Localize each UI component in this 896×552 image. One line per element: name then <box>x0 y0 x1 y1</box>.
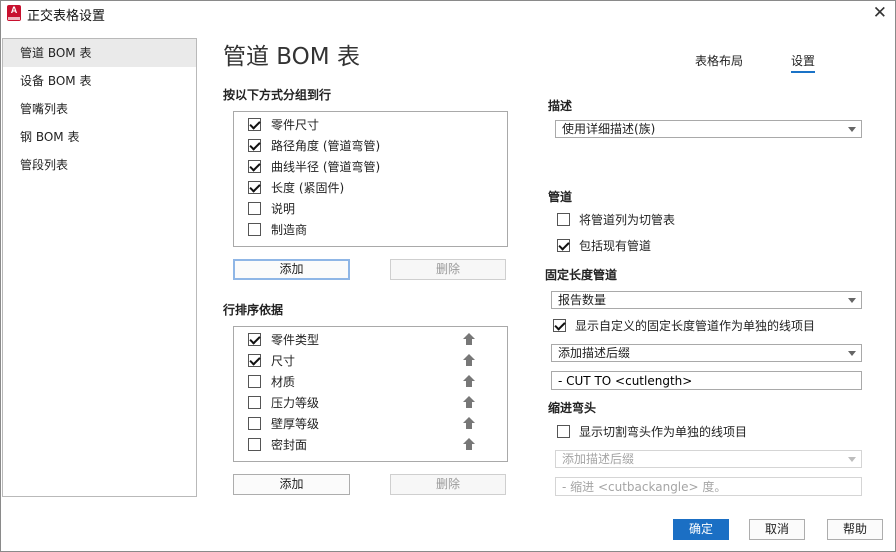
include-existing-checkbox[interactable] <box>557 238 570 252</box>
fixed-length-select[interactable]: 报告数量 <box>551 291 862 309</box>
move-up-arrow-icon[interactable] <box>463 354 475 366</box>
list-item-label: 说明 <box>271 201 296 216</box>
list-item-label: 制造商 <box>271 222 308 237</box>
list-item[interactable]: 零件类型 <box>248 329 498 349</box>
move-up-arrow-icon[interactable] <box>463 333 475 345</box>
sorting-delete-button[interactable]: 删除 <box>390 474 506 495</box>
sorting-label: 行排序依据 <box>223 303 284 317</box>
autocad-app-icon: A <box>7 5 21 21</box>
list-item[interactable]: 路径角度 (管道弯管) <box>248 135 380 155</box>
list-item[interactable]: 尺寸 <box>248 350 295 370</box>
page-title: 管道 BOM 表 <box>223 44 360 70</box>
move-up-arrow-icon[interactable] <box>463 438 475 450</box>
grouping-label: 按以下方式分组到行 <box>223 88 332 102</box>
tab-table-layout[interactable]: 表格布局 <box>695 52 743 71</box>
fixed-suffix-select[interactable]: 添加描述后缀 <box>551 344 862 362</box>
description-label: 描述 <box>548 99 573 113</box>
pipe-label: 管道 <box>548 190 573 204</box>
move-up-arrow-icon[interactable] <box>463 396 475 408</box>
chevron-down-icon <box>848 457 856 462</box>
description-select[interactable]: 使用详细描述(族) <box>555 120 862 138</box>
checkbox[interactable] <box>248 374 261 388</box>
checkbox[interactable] <box>248 222 261 236</box>
window-title: 正交表格设置 <box>27 9 106 24</box>
chevron-down-icon <box>848 127 856 132</box>
list-item-label: 压力等级 <box>271 395 320 410</box>
checkbox[interactable] <box>248 437 261 451</box>
list-as-cut-checkbox[interactable] <box>557 212 570 226</box>
checkbox[interactable] <box>248 138 261 152</box>
list-item-label: 零件尺寸 <box>271 117 320 132</box>
checkbox[interactable] <box>248 332 261 346</box>
cutback-label: 缩进弯头 <box>548 401 597 415</box>
list-item[interactable]: 制造商 <box>248 219 307 239</box>
fixed-length-select-value: 报告数量 <box>558 293 607 307</box>
cancel-button[interactable]: 取消 <box>749 519 805 540</box>
cutback-suffix-select[interactable]: 添加描述后缀 <box>555 450 862 468</box>
sidebar-item-spool-list[interactable]: 管段列表 <box>3 151 196 179</box>
list-item[interactable]: 材质 <box>248 371 295 391</box>
description-select-value: 使用详细描述(族) <box>562 122 656 136</box>
cutback-suffix-select-value: 添加描述后缀 <box>562 452 635 466</box>
list-item-label: 长度 (紧固件) <box>271 180 345 195</box>
dialog-window: A 正交表格设置 ✕ 管道 BOM 表 设备 BOM 表 管嘴列表 钢 BOM … <box>0 0 896 552</box>
sidebar-item-nozzle-list[interactable]: 管嘴列表 <box>3 95 196 123</box>
list-item-label: 尺寸 <box>271 353 296 368</box>
move-up-arrow-icon[interactable] <box>463 417 475 429</box>
fixed-length-label: 固定长度管道 <box>545 268 618 282</box>
sidebar-item-equipment-bom[interactable]: 设备 BOM 表 <box>3 67 196 95</box>
close-icon[interactable]: ✕ <box>873 3 887 23</box>
fixed-suffix-select-value: 添加描述后缀 <box>558 346 631 360</box>
show-custom-fixed-option[interactable]: 显示自定义的固定长度管道作为单独的线项目 <box>553 316 815 334</box>
sorting-add-button[interactable]: 添加 <box>233 474 350 495</box>
list-item-label: 路径角度 (管道弯管) <box>271 138 381 153</box>
help-button[interactable]: 帮助 <box>827 519 883 540</box>
checkbox[interactable] <box>248 201 261 215</box>
show-cutback-checkbox[interactable] <box>557 424 570 438</box>
list-item[interactable]: 密封面 <box>248 434 307 454</box>
include-existing-label: 包括现有管道 <box>579 238 652 253</box>
title-bar: A 正交表格设置 ✕ <box>1 1 895 27</box>
move-up-arrow-icon[interactable] <box>463 375 475 387</box>
list-item-label: 壁厚等级 <box>271 416 320 431</box>
list-item[interactable]: 压力等级 <box>248 392 319 412</box>
list-item[interactable]: 曲线半径 (管道弯管) <box>248 156 380 176</box>
chevron-down-icon <box>848 351 856 356</box>
checkbox[interactable] <box>248 353 261 367</box>
tab-settings[interactable]: 设置 <box>791 52 816 73</box>
list-item[interactable]: 说明 <box>248 198 295 218</box>
list-item[interactable]: 长度 (紧固件) <box>248 177 344 197</box>
list-item[interactable]: 零件尺寸 <box>248 114 319 134</box>
list-item-label: 材质 <box>271 374 296 389</box>
chevron-down-icon <box>848 298 856 303</box>
list-as-cut-label: 将管道列为切管表 <box>579 212 676 227</box>
grouping-add-button[interactable]: 添加 <box>233 259 350 280</box>
sidebar-item-pipe-bom[interactable]: 管道 BOM 表 <box>3 39 196 67</box>
checkbox[interactable] <box>248 395 261 409</box>
show-cutback-label: 显示切割弯头作为单独的线项目 <box>579 424 748 439</box>
list-item[interactable]: 壁厚等级 <box>248 413 319 433</box>
checkbox[interactable] <box>248 159 261 173</box>
cutback-suffix-input[interactable] <box>555 477 862 496</box>
list-item-label: 曲线半径 (管道弯管) <box>271 159 381 174</box>
show-custom-fixed-label: 显示自定义的固定长度管道作为单独的线项目 <box>575 318 816 333</box>
include-existing-option[interactable]: 包括现有管道 <box>557 236 651 254</box>
show-custom-fixed-checkbox[interactable] <box>553 318 566 332</box>
checkbox[interactable] <box>248 180 261 194</box>
ok-button[interactable]: 确定 <box>673 519 729 540</box>
fixed-suffix-input[interactable] <box>551 371 862 390</box>
list-item-label: 零件类型 <box>271 332 320 347</box>
checkbox[interactable] <box>248 416 261 430</box>
sorting-list: 零件类型 尺寸 材质 压力等级 壁厚等级 密封面 <box>233 326 508 462</box>
grouping-list: 零件尺寸 路径角度 (管道弯管) 曲线半径 (管道弯管) 长度 (紧固件) 说明… <box>233 111 508 247</box>
sidebar: 管道 BOM 表 设备 BOM 表 管嘴列表 钢 BOM 表 管段列表 <box>2 38 197 497</box>
show-cutback-option[interactable]: 显示切割弯头作为单独的线项目 <box>557 422 747 440</box>
sidebar-item-steel-bom[interactable]: 钢 BOM 表 <box>3 123 196 151</box>
checkbox[interactable] <box>248 117 261 131</box>
list-as-cut-option[interactable]: 将管道列为切管表 <box>557 210 675 228</box>
list-item-label: 密封面 <box>271 437 308 452</box>
grouping-delete-button[interactable]: 删除 <box>390 259 506 280</box>
